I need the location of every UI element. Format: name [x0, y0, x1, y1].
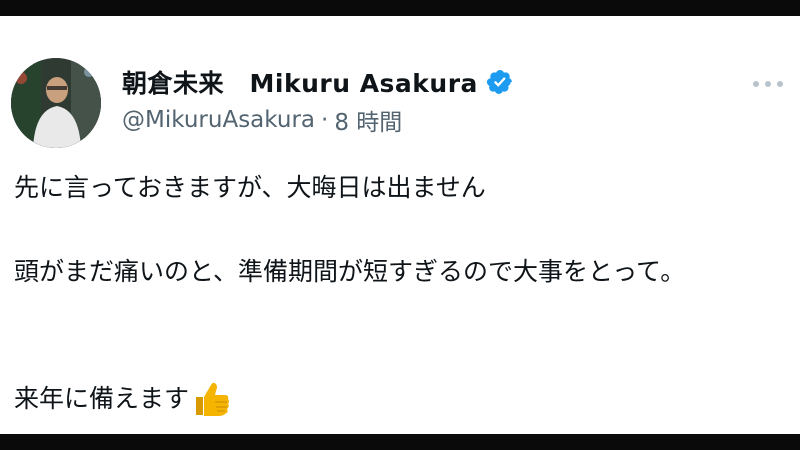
handle-row: @MikuruAsakura · 8 時間 [122, 102, 740, 138]
tweet-card: 朝倉未来 Mikuru Asakura @MikuruAsakura · 8 時… [0, 16, 800, 434]
avatar[interactable] [11, 58, 101, 148]
timestamp[interactable]: 8 時間 [334, 103, 402, 137]
avatar-photo [11, 58, 101, 148]
display-name[interactable]: 朝倉未来 Mikuru Asakura [122, 64, 478, 100]
verified-badge-icon [486, 68, 514, 96]
tweet-text-paragraph-2: 頭がまだ痛いのと、準備期間が短すぎるので大事をとって。 [14, 257, 686, 286]
separator-dot: · [321, 107, 329, 133]
tweet-text-paragraph-1: 先に言っておきますが、大晦日は出ません [14, 173, 486, 202]
more-options-icon[interactable] [750, 74, 786, 94]
user-handle[interactable]: @MikuruAsakura [122, 107, 315, 133]
name-row: 朝倉未来 Mikuru Asakura [122, 62, 740, 102]
tweet-header: 朝倉未来 Mikuru Asakura @MikuruAsakura · 8 時… [122, 62, 740, 138]
tweet-text-paragraph-3-row: 来年に備えます [14, 378, 233, 420]
thumbs-up-emoji-icon [191, 378, 233, 420]
tweet-text-paragraph-3: 来年に備えます [14, 384, 190, 413]
